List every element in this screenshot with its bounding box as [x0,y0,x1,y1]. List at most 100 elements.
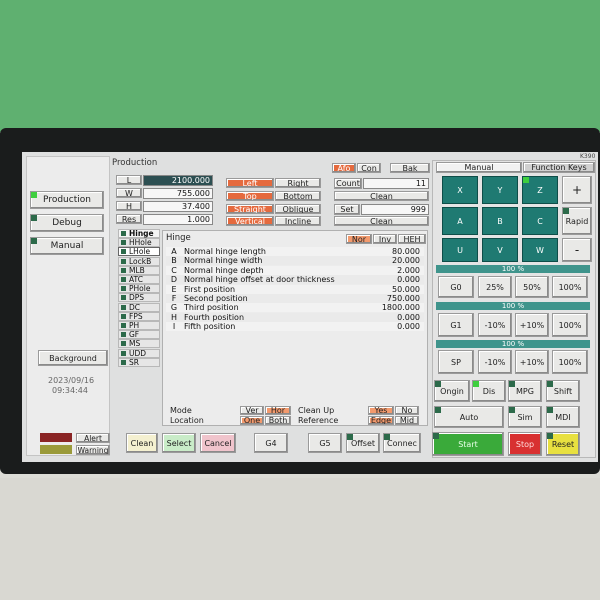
vertical-option[interactable]: Vertical [226,216,274,226]
parameter-value[interactable]: 20.000 [392,256,420,265]
g1-button[interactable]: G1 [438,313,474,337]
set-field[interactable]: 999 [361,204,429,215]
one-button[interactable]: One [240,416,264,425]
count-clean-button[interactable]: Clean [334,191,429,201]
clean-button[interactable]: Clean [126,433,158,453]
count-field[interactable]: 11 [363,178,429,189]
nor-button[interactable]: Nor [346,234,372,244]
axis-y-button[interactable]: Y [482,176,518,204]
auto-button[interactable]: Auto [434,406,504,428]
set-clean-button[interactable]: Clean [334,216,429,226]
process-list-item[interactable]: DC [118,302,160,312]
alert-button[interactable]: Alert [76,433,110,443]
width-field[interactable]: 755.000 [143,188,213,199]
oblique-option[interactable]: Oblique [275,204,321,214]
process-list-item[interactable]: LHole [118,247,160,257]
process-list-item[interactable]: HHole [118,238,160,248]
hinge-parameter-row[interactable]: H Fourth position 0.000 [166,312,424,322]
right-option[interactable]: Right [275,178,321,188]
cleanup-no-button[interactable]: No [395,406,419,415]
plus-button[interactable]: + [562,176,592,204]
process-list-item[interactable]: PHole [118,284,160,294]
parameter-value[interactable]: 50.000 [392,285,420,294]
hinge-parameter-row[interactable]: F Second position 750.000 [166,294,424,303]
height-field[interactable]: 37.400 [143,201,213,212]
process-list-item[interactable]: Hinge [118,229,160,238]
spindle-100-button[interactable]: 100% [552,350,588,374]
process-list-item[interactable]: DPS [118,293,160,303]
mid-button[interactable]: Mid [395,416,419,425]
process-list-item[interactable]: UDD [118,348,160,358]
parameter-value[interactable]: 2.000 [397,266,420,275]
hinge-parameter-row[interactable]: G Third position 1800.000 [166,303,424,313]
axis-v-button[interactable]: V [482,238,518,262]
axis-b-button[interactable]: B [482,207,518,235]
process-list-item[interactable]: LockB [118,256,160,266]
hinge-parameter-row[interactable]: E First position 50.000 [166,284,424,294]
cancel-button[interactable]: Cancel [200,433,236,453]
tab-manual[interactable]: Manual [436,162,522,173]
axis-w-button[interactable]: W [522,238,558,262]
process-list-item[interactable]: ATC [118,275,160,284]
bottom-option[interactable]: Bottom [275,191,321,201]
process-list-item[interactable]: FPS [118,311,160,321]
axis-c-button[interactable]: C [522,207,558,235]
sp-button[interactable]: SP [438,350,474,374]
rapid-25-button[interactable]: 25% [478,276,512,298]
hinge-parameter-row[interactable]: B Normal hinge width 20.000 [166,256,424,266]
warning-button[interactable]: Warning [76,445,110,455]
production-mode-button[interactable]: Production [30,191,104,209]
select-button[interactable]: Select [162,433,196,453]
hinge-parameter-row[interactable]: D Normal hinge offset at door thickness 0.… [166,275,424,285]
process-list-item[interactable]: SR [118,357,160,367]
spindle-plus-10-button[interactable]: +10% [515,350,549,374]
parameter-value[interactable]: 1800.000 [382,303,420,312]
spindle-minus-10-button[interactable]: -10% [478,350,512,374]
left-option[interactable]: Left [226,178,274,188]
minus-button[interactable]: - [562,238,592,262]
feed-plus-10-button[interactable]: +10% [515,313,549,337]
parameter-value[interactable]: 0.000 [397,313,420,322]
incline-option[interactable]: Incline [275,216,321,226]
process-list-item[interactable]: PH [118,321,160,330]
background-button[interactable]: Background [38,350,108,366]
inv-button[interactable]: Inv [373,234,397,244]
straight-option[interactable]: Straight [226,204,274,214]
axis-u-button[interactable]: U [442,238,478,262]
hor-button[interactable]: Hor [265,406,291,415]
ver-button[interactable]: Ver [240,406,264,415]
axis-a-button[interactable]: A [442,207,478,235]
both-button[interactable]: Both [265,416,291,425]
stop-button[interactable]: Stop [508,432,542,456]
feed-100-button[interactable]: 100% [552,313,588,337]
parameter-value[interactable]: 0.000 [397,322,420,331]
length-field[interactable]: 2100.000 [143,175,213,186]
debug-mode-button[interactable]: Debug [30,214,104,232]
con-button[interactable]: Con [357,163,381,173]
top-option[interactable]: Top [226,191,274,201]
hinge-parameter-row[interactable]: C Normal hinge depth 2.000 [166,265,424,275]
rapid-50-button[interactable]: 50% [515,276,549,298]
heh-button[interactable]: HEH [398,234,426,244]
feed-minus-10-button[interactable]: -10% [478,313,512,337]
res-field[interactable]: 1.000 [143,214,213,225]
parameter-value[interactable]: 0.000 [397,275,420,284]
process-list-item[interactable]: GF [118,330,160,340]
afo-button[interactable]: Afo [332,163,356,173]
g0-button[interactable]: G0 [438,276,474,298]
parameter-value[interactable]: 750.000 [387,294,420,303]
manual-mode-button[interactable]: Manual [30,237,104,255]
edge-button[interactable]: Edge [368,416,394,425]
process-list-item[interactable]: MLB [118,265,160,275]
bak-button[interactable]: Bak [390,163,430,173]
cleanup-yes-button[interactable]: Yes [368,406,394,415]
start-button[interactable]: Start [432,432,504,456]
rapid-100-button[interactable]: 100% [552,276,588,298]
tab-function-keys[interactable]: Function Keys [523,162,595,173]
axis-x-button[interactable]: X [442,176,478,204]
hinge-parameter-row[interactable]: I Fifth position 0.000 [166,322,424,332]
hinge-parameter-row[interactable]: A Normal hinge length 80.000 [166,247,424,256]
process-list-item[interactable]: MS [118,339,160,349]
g5-button[interactable]: G5 [308,433,342,453]
g4-button[interactable]: G4 [254,433,288,453]
